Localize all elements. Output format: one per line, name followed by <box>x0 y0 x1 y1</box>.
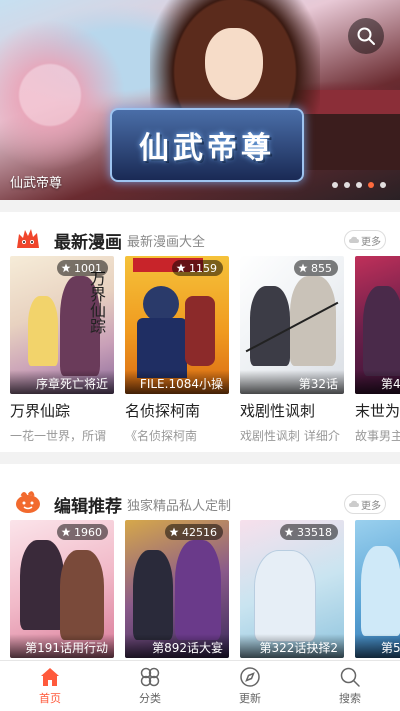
view-count: 33518 <box>297 525 332 539</box>
view-count: 855 <box>311 261 332 275</box>
section-subtitle: 最新漫画大全 <box>127 235 206 250</box>
comic-card[interactable]: 万界仙踪 1001 序章死亡将近 万界仙踪 一花一世界，所谓 <box>10 256 114 444</box>
comic-title[interactable]: 万界仙踪 <box>10 400 114 421</box>
comic-description: 戏剧性讽刺 详细介 <box>240 429 340 443</box>
section-divider <box>0 452 400 464</box>
comic-cover[interactable]: 33518 第322话抉择2 <box>240 520 344 658</box>
cloud-icon <box>349 500 359 507</box>
cloud-icon <box>349 236 359 243</box>
view-count-badge: 855 <box>294 260 338 276</box>
comic-card[interactable]: 1159 FILE.1084小操 名侦探柯南 《名侦探柯南 <box>125 256 229 444</box>
view-count-badge: 42516 <box>165 524 223 540</box>
banner-dot[interactable] <box>332 182 338 188</box>
latest-chapter: FILE.1084小操 <box>125 370 229 394</box>
hero-banner[interactable]: 仙武帝尊 仙武帝尊 <box>0 0 400 200</box>
section-header-latest: 最新漫画 最新漫画大全 更多 <box>0 220 400 260</box>
banner-title: 仙武帝尊 <box>10 176 63 191</box>
nav-label: 更新 <box>239 692 261 705</box>
star-icon <box>284 527 294 537</box>
view-count-badge: 1159 <box>172 260 223 276</box>
comic-title[interactable]: 末世为 <box>355 400 400 421</box>
bottom-navigation: 首页 分类 更新 搜索 <box>0 660 400 711</box>
comic-cover[interactable]: 第4 <box>355 256 400 394</box>
section-title: 编辑推荐 <box>54 497 122 517</box>
star-icon <box>176 263 186 273</box>
nav-updates[interactable]: 更新 <box>200 661 300 711</box>
latest-chapter: 第4 <box>355 370 400 394</box>
search-icon <box>357 27 375 45</box>
comic-card[interactable]: 第581 <box>355 520 400 658</box>
latest-chapter: 第581 <box>355 634 400 658</box>
banner-dot[interactable] <box>356 182 362 188</box>
view-count: 1159 <box>189 261 217 275</box>
comic-card[interactable]: 1960 第191话用行动 <box>10 520 114 658</box>
comic-cover[interactable]: 1159 FILE.1084小操 <box>125 256 229 394</box>
comic-card[interactable]: 42516 第892话大宴 <box>125 520 229 658</box>
comic-cover[interactable]: 第581 <box>355 520 400 658</box>
search-icon <box>340 667 360 687</box>
more-button[interactable]: 更多 <box>344 230 386 250</box>
search-button[interactable] <box>348 18 384 54</box>
home-icon <box>41 668 59 686</box>
comic-cover[interactable]: 1960 第191话用行动 <box>10 520 114 658</box>
section-divider <box>0 200 400 212</box>
red-monster-icon <box>17 229 39 248</box>
comic-card[interactable]: 33518 第322话抉择2 <box>240 520 344 658</box>
view-count-badge: 1960 <box>57 524 108 540</box>
nav-label: 首页 <box>39 692 61 705</box>
comic-description: 故事男主 <box>355 429 400 443</box>
latest-chapter: 第191话用行动 <box>10 634 114 658</box>
latest-chapter: 序章死亡将近 <box>10 370 114 394</box>
orange-blob-icon <box>16 491 40 513</box>
latest-comics-row: 万界仙踪 1001 序章死亡将近 万界仙踪 一花一世界，所谓 1159 FILE… <box>0 256 400 446</box>
star-icon <box>61 527 71 537</box>
view-count: 1001 <box>74 261 102 275</box>
latest-chapter: 第892话大宴 <box>125 634 229 658</box>
banner-title-logo: 仙武帝尊 <box>110 108 304 182</box>
more-label: 更多 <box>361 500 381 512</box>
comic-card[interactable]: 855 第32话 戏剧性讽刺 戏剧性讽刺 详细介 <box>240 256 344 444</box>
latest-chapter: 第322话抉择2 <box>240 634 344 658</box>
comic-card[interactable]: 第4 末世为 故事男主 <box>355 256 400 444</box>
nav-home[interactable]: 首页 <box>0 661 100 711</box>
nav-category[interactable]: 分类 <box>100 661 200 711</box>
nav-label: 分类 <box>139 692 161 705</box>
view-count-badge: 33518 <box>280 524 338 540</box>
banner-dot[interactable] <box>344 182 350 188</box>
banner-dot-active[interactable] <box>368 182 374 188</box>
view-count-badge: 1001 <box>57 260 108 276</box>
star-icon <box>169 527 179 537</box>
nav-label: 搜索 <box>339 692 361 705</box>
star-icon <box>61 263 71 273</box>
more-label: 更多 <box>361 236 381 248</box>
section-title: 最新漫画 <box>54 233 122 253</box>
banner-dot[interactable] <box>380 182 386 188</box>
comic-cover[interactable]: 万界仙踪 1001 序章死亡将近 <box>10 256 114 394</box>
compass-icon <box>240 667 260 687</box>
section-header-editor-picks: 编辑推荐 独家精品私人定制 更多 <box>0 484 400 524</box>
more-button[interactable]: 更多 <box>344 494 386 514</box>
comic-cover[interactable]: 42516 第892话大宴 <box>125 520 229 658</box>
view-count: 42516 <box>182 525 217 539</box>
banner-pagination <box>332 182 386 188</box>
view-count: 1960 <box>74 525 102 539</box>
comic-cover[interactable]: 855 第32话 <box>240 256 344 394</box>
comic-title[interactable]: 戏剧性讽刺 <box>240 400 344 421</box>
star-icon <box>298 263 308 273</box>
latest-chapter: 第32话 <box>240 370 344 394</box>
comic-description: 一花一世界，所谓 <box>10 429 107 443</box>
section-subtitle: 独家精品私人定制 <box>127 499 232 514</box>
category-icon <box>140 667 160 687</box>
editor-picks-row: 1960 第191话用行动 42516 第892话大宴 33518 第322话抉… <box>0 520 400 661</box>
comic-title[interactable]: 名侦探柯南 <box>125 400 229 421</box>
nav-search[interactable]: 搜索 <box>300 661 400 711</box>
comic-description: 《名侦探柯南 <box>125 429 198 443</box>
banner-character-face-art <box>205 28 263 100</box>
